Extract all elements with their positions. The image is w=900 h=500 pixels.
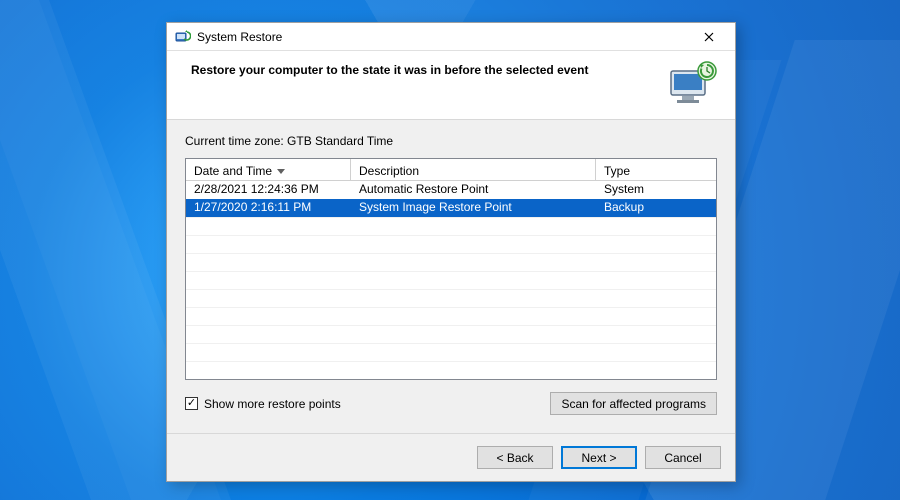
- empty-row: [186, 217, 716, 235]
- cell-date-time: 1/27/2020 2:16:11 PM: [186, 199, 351, 217]
- scan-affected-programs-button[interactable]: Scan for affected programs: [550, 392, 717, 415]
- wizard-body: Current time zone: GTB Standard Time Dat…: [167, 120, 735, 433]
- window-title: System Restore: [197, 30, 689, 44]
- cell-type: Backup: [596, 199, 716, 217]
- empty-row: [186, 289, 716, 307]
- wizard-header: Restore your computer to the state it wa…: [167, 51, 735, 120]
- cell-date-time: 2/28/2021 12:24:36 PM: [186, 181, 351, 199]
- wizard-heading: Restore your computer to the state it wa…: [191, 61, 659, 77]
- table-row[interactable]: 2/28/2021 12:24:36 PMAutomatic Restore P…: [186, 181, 716, 199]
- wizard-footer: < Back Next > Cancel: [167, 433, 735, 481]
- table-body: 2/28/2021 12:24:36 PMAutomatic Restore P…: [186, 181, 716, 379]
- next-button[interactable]: Next >: [561, 446, 637, 469]
- system-restore-dialog: System Restore Restore your computer to …: [166, 22, 736, 482]
- next-button-label: Next >: [581, 451, 616, 465]
- column-header-date-time[interactable]: Date and Time: [186, 159, 351, 180]
- checkbox-icon: [185, 397, 198, 410]
- restore-points-table: Date and Time Description Type 2/28/2021…: [185, 158, 717, 380]
- empty-row: [186, 253, 716, 271]
- empty-row: [186, 271, 716, 289]
- back-button[interactable]: < Back: [477, 446, 553, 469]
- column-header-description-label: Description: [359, 164, 419, 178]
- column-header-date-time-label: Date and Time: [194, 164, 272, 178]
- close-button[interactable]: [689, 26, 729, 48]
- cancel-button-label: Cancel: [664, 451, 701, 465]
- cell-type: System: [596, 181, 716, 199]
- cancel-button[interactable]: Cancel: [645, 446, 721, 469]
- back-button-label: < Back: [496, 451, 533, 465]
- scan-button-label: Scan for affected programs: [561, 397, 706, 411]
- empty-row: [186, 235, 716, 253]
- titlebar[interactable]: System Restore: [167, 23, 735, 51]
- timezone-label: Current time zone: GTB Standard Time: [185, 134, 717, 148]
- column-header-type-label: Type: [604, 164, 630, 178]
- empty-row: [186, 343, 716, 361]
- table-footer-controls: Show more restore points Scan for affect…: [185, 392, 717, 415]
- cell-description: System Image Restore Point: [351, 199, 596, 217]
- cell-description: Automatic Restore Point: [351, 181, 596, 199]
- empty-row: [186, 361, 716, 379]
- system-restore-icon: [175, 29, 191, 45]
- show-more-label: Show more restore points: [204, 397, 341, 411]
- empty-row: [186, 307, 716, 325]
- empty-row: [186, 325, 716, 343]
- column-header-description[interactable]: Description: [351, 159, 596, 180]
- show-more-restore-points-checkbox[interactable]: Show more restore points: [185, 397, 341, 411]
- table-header-row: Date and Time Description Type: [186, 159, 716, 181]
- column-header-type[interactable]: Type: [596, 159, 716, 180]
- table-row[interactable]: 1/27/2020 2:16:11 PMSystem Image Restore…: [186, 199, 716, 217]
- restore-monitor-icon: [667, 61, 719, 105]
